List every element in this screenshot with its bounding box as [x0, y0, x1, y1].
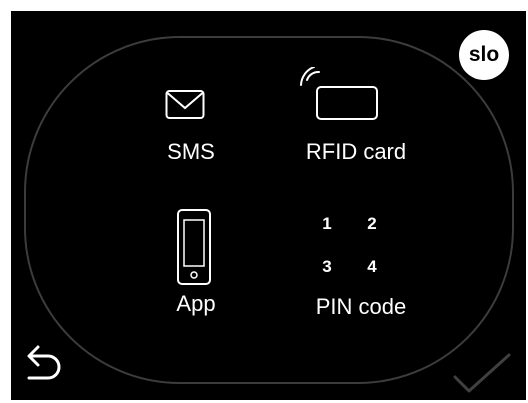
pin-digit: 4 [367, 257, 377, 276]
app-label: App [176, 291, 216, 316]
back-button[interactable] [22, 344, 66, 388]
pin-digit: 2 [367, 214, 377, 233]
confirm-button[interactable] [451, 351, 513, 397]
app-option[interactable]: App [156, 206, 236, 326]
pin-digit: 3 [322, 257, 332, 276]
sms-option[interactable]: SMS [151, 81, 231, 176]
auth-method-panel: SMS RFID card App 1 2 3 4 PIN code slo [11, 11, 526, 400]
screen: SMS RFID card App 1 2 3 4 PIN code slo [0, 0, 528, 403]
pin-code-option[interactable]: 1 2 3 4 PIN code [296, 209, 426, 324]
rfid-card-option[interactable]: RFID card [281, 63, 431, 178]
smartphone-icon [177, 209, 211, 285]
envelope-icon [165, 90, 205, 119]
pin-code-label: PIN code [315, 294, 407, 319]
selection-area-outline [24, 36, 514, 384]
return-arrow-icon [27, 345, 61, 380]
sms-label: SMS [167, 139, 215, 164]
rfid-card-label: RFID card [305, 139, 407, 164]
rfid-card-icon [300, 67, 378, 120]
pin-keypad-icon: 1 2 3 4 [296, 209, 426, 279]
pin-digit: 1 [322, 214, 332, 233]
checkmark-icon [453, 353, 511, 393]
language-button[interactable]: slo [459, 30, 509, 80]
